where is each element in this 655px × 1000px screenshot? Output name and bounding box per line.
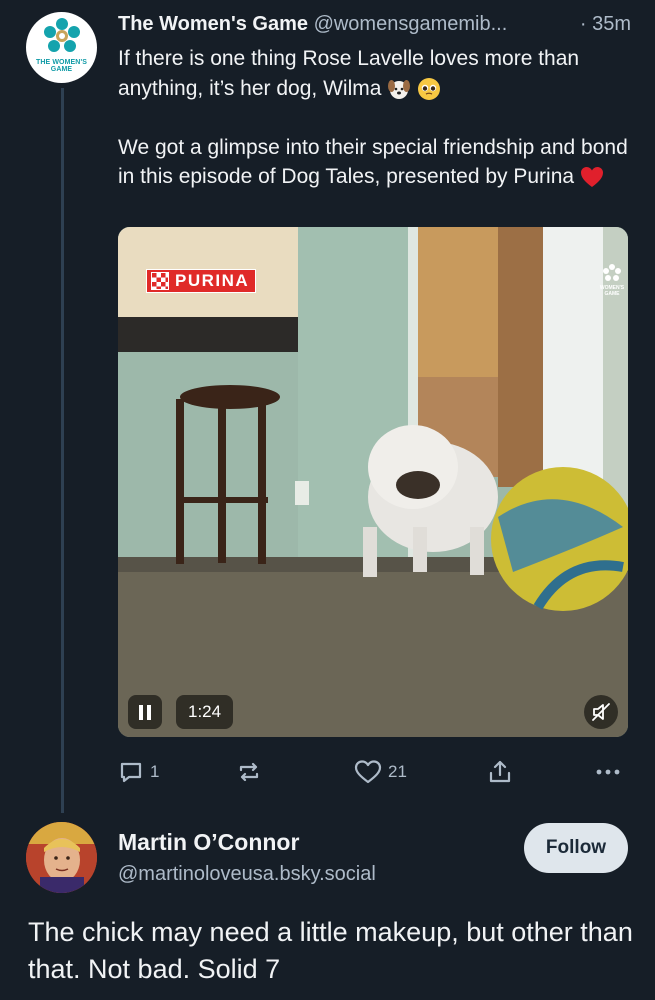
avatar-brand-text: THE WOMEN'S GAME xyxy=(36,59,87,73)
author-handle[interactable]: @womensgamemib... xyxy=(314,13,508,35)
heart-icon xyxy=(354,760,382,784)
reply-button[interactable]: 1 xyxy=(118,756,159,788)
mute-button[interactable] xyxy=(584,695,618,729)
post-paragraph: We got a glimpse into their special frie… xyxy=(118,133,638,192)
video-player[interactable]: PURINA WOMEN'S GAME 1:24 xyxy=(118,227,628,737)
like-button[interactable]: 21 xyxy=(354,756,407,788)
pause-button[interactable] xyxy=(128,695,162,729)
reply-count: 1 xyxy=(150,762,160,781)
follow-button[interactable]: Follow xyxy=(524,823,628,873)
purina-logo: PURINA xyxy=(146,269,257,293)
purina-checkerboard-icon xyxy=(151,272,169,290)
reply-author-name[interactable]: Martin O’Connor xyxy=(118,828,299,856)
reply-author-handle[interactable]: @martinoloveusa.bsky.social xyxy=(118,861,376,887)
pause-icon-bar xyxy=(139,704,143,720)
pause-icon-bar xyxy=(147,704,151,720)
avatar-portrait xyxy=(26,822,97,893)
author-name[interactable]: The Women's Game xyxy=(118,13,308,35)
video-duration: 1:24 xyxy=(176,695,234,729)
reply-author-avatar[interactable] xyxy=(26,822,97,893)
dog-face-emoji-icon xyxy=(388,79,411,99)
post-timestamp[interactable]: · 35m xyxy=(580,12,631,36)
flower-logo-icon xyxy=(43,18,80,52)
purina-label: PURINA xyxy=(175,271,250,290)
red-heart-emoji-icon xyxy=(580,167,603,188)
post-paragraph-text: If there is one thing Rose Lavelle loves… xyxy=(118,47,580,100)
repost-button[interactable] xyxy=(236,756,268,788)
post-header: The Women's Game @womensgamemib... · 35m xyxy=(118,12,635,38)
pleading-face-emoji-icon xyxy=(418,77,441,100)
watermark-flower-icon xyxy=(603,264,621,281)
reply-icon xyxy=(120,762,142,783)
post-action-bar: 1 21 xyxy=(118,756,628,788)
share-icon xyxy=(489,760,511,783)
more-icon xyxy=(596,769,620,775)
more-options-button[interactable] xyxy=(594,756,622,788)
muted-speaker-icon xyxy=(592,703,610,721)
video-watermark: WOMEN'S GAME xyxy=(598,263,626,313)
author-avatar[interactable]: THE WOMEN'S GAME xyxy=(26,12,97,83)
watermark-text: WOMEN'S GAME xyxy=(599,285,625,297)
like-count: 21 xyxy=(388,762,407,781)
thread-line xyxy=(61,88,64,813)
share-button[interactable] xyxy=(487,756,513,788)
post-paragraph-text: We got a glimpse into their special frie… xyxy=(118,135,628,189)
repost-icon xyxy=(239,762,259,782)
post-paragraph: If there is one thing Rose Lavelle loves… xyxy=(118,44,638,103)
reply-text: The chick may need a little makeup, but … xyxy=(28,917,633,984)
post-body: If there is one thing Rose Lavelle loves… xyxy=(118,44,638,192)
video-frame xyxy=(118,227,628,737)
